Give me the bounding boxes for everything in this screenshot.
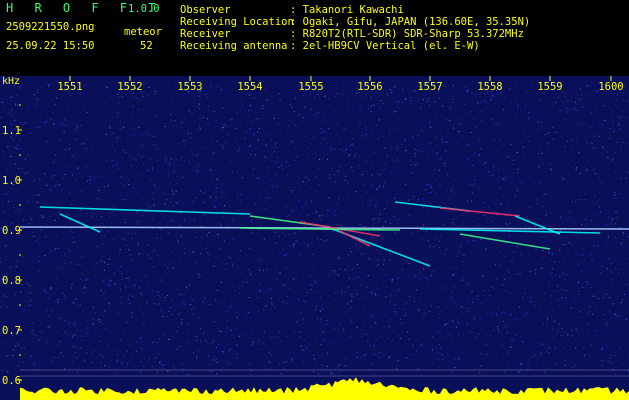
app-version: 1.0.0	[128, 3, 160, 15]
x-tick-label-1552: 1552	[117, 81, 142, 93]
y-tick-label-1.0: 1.0	[2, 175, 21, 187]
x-tick-label-1551: 1551	[57, 81, 82, 93]
x-tick-label-1554: 1554	[237, 81, 262, 93]
x-tick-label-1555: 1555	[298, 81, 323, 93]
observer-label: Observer	[180, 4, 231, 16]
x-tick-label-1556: 1556	[357, 81, 382, 93]
location-label: Receiving Location	[180, 16, 294, 28]
observer-value: : Takanori Kawachi	[290, 4, 404, 16]
location-value: : Ogaki, Gifu, JAPAN (136.60E, 35.35N)	[290, 16, 531, 28]
capture-datetime: 25.09.22 15:50	[6, 40, 95, 52]
x-tick-label-1553: 1553	[177, 81, 202, 93]
spectrogram-canvas: kHz 1551 1552 1553 1554 1555 1556 1557 1558 1559 1…	[0, 76, 629, 400]
receiver-label: Receiver	[180, 28, 231, 40]
meteor-count: 52	[140, 40, 153, 52]
x-tick-label-1558: 1558	[477, 81, 502, 93]
counter-label: meteor	[124, 26, 162, 38]
y-unit-label: kHz	[2, 76, 20, 87]
antenna-label: Receiving antenna	[180, 40, 288, 52]
y-tick-label-0.6: 0.6	[2, 375, 21, 387]
x-tick-label-1559: 1559	[537, 81, 562, 93]
y-tick-label-0.7: 0.7	[2, 325, 21, 337]
y-tick-label-1.1: 1.1	[2, 125, 21, 137]
header-panel: H R O F F T 1.0.0 2509221550.png meteor …	[0, 0, 629, 76]
y-tick-label-0.8: 0.8	[2, 275, 21, 287]
y-tick-label-0.9: 0.9	[2, 225, 21, 237]
spectrogram: kHz 1551 1552 1553 1554 1555 1556 1557 1558 1559 1…	[0, 76, 629, 400]
x-tick-label-1600: 1600	[598, 81, 623, 93]
antenna-value: : 2el-HB9CV Vertical (el. E-W)	[290, 40, 480, 52]
file-name: 2509221550.png	[6, 21, 95, 33]
x-tick-label-1557: 1557	[417, 81, 442, 93]
receiver-value: : R820T2(RTL-SDR) SDR-Sharp 53.372MHz	[290, 28, 524, 40]
